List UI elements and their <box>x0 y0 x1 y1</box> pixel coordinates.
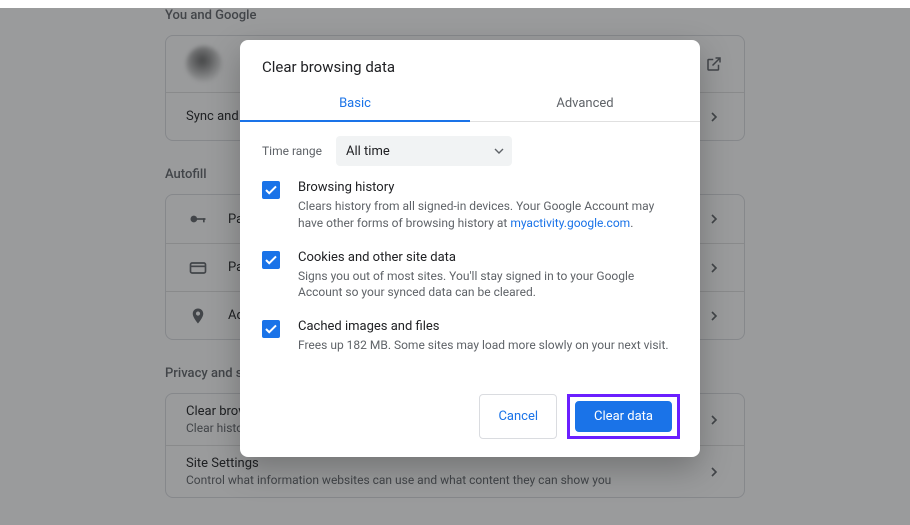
time-range-label: Time range <box>262 144 322 158</box>
tab-basic[interactable]: Basic <box>240 88 470 121</box>
clear-browsing-data-dialog: Clear browsing data Basic Advanced Time … <box>240 40 700 457</box>
item-title: Browsing history <box>298 180 678 195</box>
caret-down-icon <box>494 148 504 154</box>
time-range-value: All time <box>346 144 390 159</box>
dialog-title: Clear browsing data <box>240 40 700 88</box>
dialog-body: Time range All time Browsing history Cle… <box>240 122 700 378</box>
dialog-actions: Cancel Clear data <box>240 378 700 457</box>
tab-indicator <box>240 120 470 122</box>
item-title: Cookies and other site data <box>298 250 678 265</box>
highlight-annotation: Clear data <box>567 394 680 439</box>
time-range-row: Time range All time <box>262 136 678 166</box>
checkbox-cached[interactable] <box>262 320 280 338</box>
item-desc: Clears history from all signed-in device… <box>298 198 678 232</box>
item-cached: Cached images and files Frees up 182 MB.… <box>262 319 678 354</box>
checkbox-cookies[interactable] <box>262 251 280 269</box>
item-title: Cached images and files <box>298 319 678 334</box>
tab-advanced[interactable]: Advanced <box>470 88 700 121</box>
clear-data-button[interactable]: Clear data <box>575 401 672 432</box>
item-cookies: Cookies and other site data Signs you ou… <box>262 250 678 302</box>
cancel-button[interactable]: Cancel <box>479 394 557 439</box>
dialog-tabs: Basic Advanced <box>240 88 700 122</box>
item-desc: Frees up 182 MB. Some sites may load mor… <box>298 337 678 354</box>
item-browsing-history: Browsing history Clears history from all… <box>262 180 678 232</box>
item-desc: Signs you out of most sites. You'll stay… <box>298 268 678 302</box>
time-range-select[interactable]: All time <box>336 136 512 166</box>
checkbox-browsing-history[interactable] <box>262 181 280 199</box>
myactivity-link[interactable]: myactivity.google.com <box>510 216 630 230</box>
